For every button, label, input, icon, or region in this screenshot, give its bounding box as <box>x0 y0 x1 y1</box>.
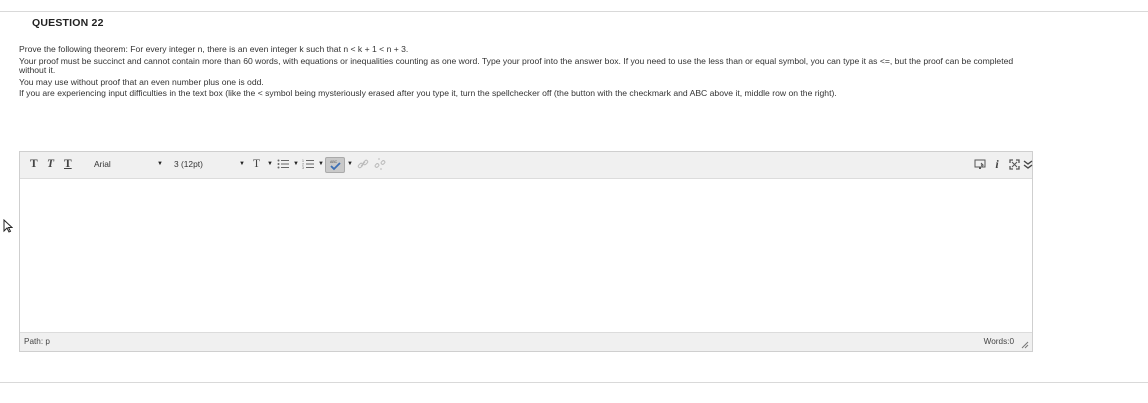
question-paragraph: Your proof must be succinct and cannot c… <box>19 55 1014 75</box>
chevron-down-icon[interactable]: ▼ <box>293 161 299 167</box>
svg-text:3: 3 <box>302 166 304 169</box>
question-title: QUESTION 22 <box>32 17 104 29</box>
bold-t-button[interactable]: T <box>30 158 38 170</box>
path-label: Path: p <box>24 337 50 346</box>
chevron-down-icon[interactable]: ▼ <box>318 161 324 167</box>
chevron-down-icon[interactable]: ▼ <box>157 161 163 167</box>
answer-editor: T T T Arial ▼ 3 (12pt) ▼ T ▼ ▼ 123 ▼ ABC… <box>19 151 1033 352</box>
font-size-value: 3 (12pt) <box>174 159 203 169</box>
underline-t-button[interactable]: T <box>64 158 72 170</box>
editor-toolbar: T T T Arial ▼ 3 (12pt) ▼ T ▼ ▼ 123 ▼ ABC… <box>20 152 1033 179</box>
unlink-icon[interactable] <box>372 157 388 171</box>
question-paragraph: If you are experiencing input difficulti… <box>19 88 837 99</box>
resize-handle-icon[interactable] <box>1020 340 1029 349</box>
question-paragraph: Prove the following theorem: For every i… <box>19 44 409 54</box>
chevron-down-icon[interactable]: ▼ <box>267 161 273 167</box>
info-icon[interactable]: i <box>989 157 1005 171</box>
svg-text:ABC: ABC <box>330 160 338 164</box>
bottom-divider <box>0 382 1148 383</box>
top-divider <box>0 11 1148 12</box>
chevron-down-icon[interactable]: ▼ <box>347 161 353 167</box>
chevron-down-icon[interactable]: ▼ <box>239 161 245 167</box>
font-family-value: Arial <box>94 159 111 169</box>
collapse-icon[interactable] <box>1020 157 1036 171</box>
link-icon[interactable] <box>355 157 371 171</box>
font-family-select[interactable]: Arial <box>94 157 166 171</box>
question-text: Prove the following theorem: For every i… <box>19 44 1029 101</box>
font-size-select[interactable]: 3 (12pt) <box>174 157 244 171</box>
word-count: Words:0 <box>983 337 1014 346</box>
question-paragraph: You may use without proof that an even n… <box>19 76 264 87</box>
preview-icon[interactable] <box>972 157 988 171</box>
editor-statusbar: Path: p Words:0 <box>20 332 1032 351</box>
font-color-button[interactable]: T <box>253 158 260 170</box>
mouse-pointer-icon <box>3 218 14 238</box>
spellcheck-icon[interactable]: ABC <box>325 157 345 173</box>
bullet-list-icon[interactable] <box>275 157 291 171</box>
numbered-list-icon[interactable]: 123 <box>300 157 316 171</box>
italic-t-button[interactable]: T <box>47 158 54 170</box>
answer-textarea[interactable] <box>20 179 1032 332</box>
